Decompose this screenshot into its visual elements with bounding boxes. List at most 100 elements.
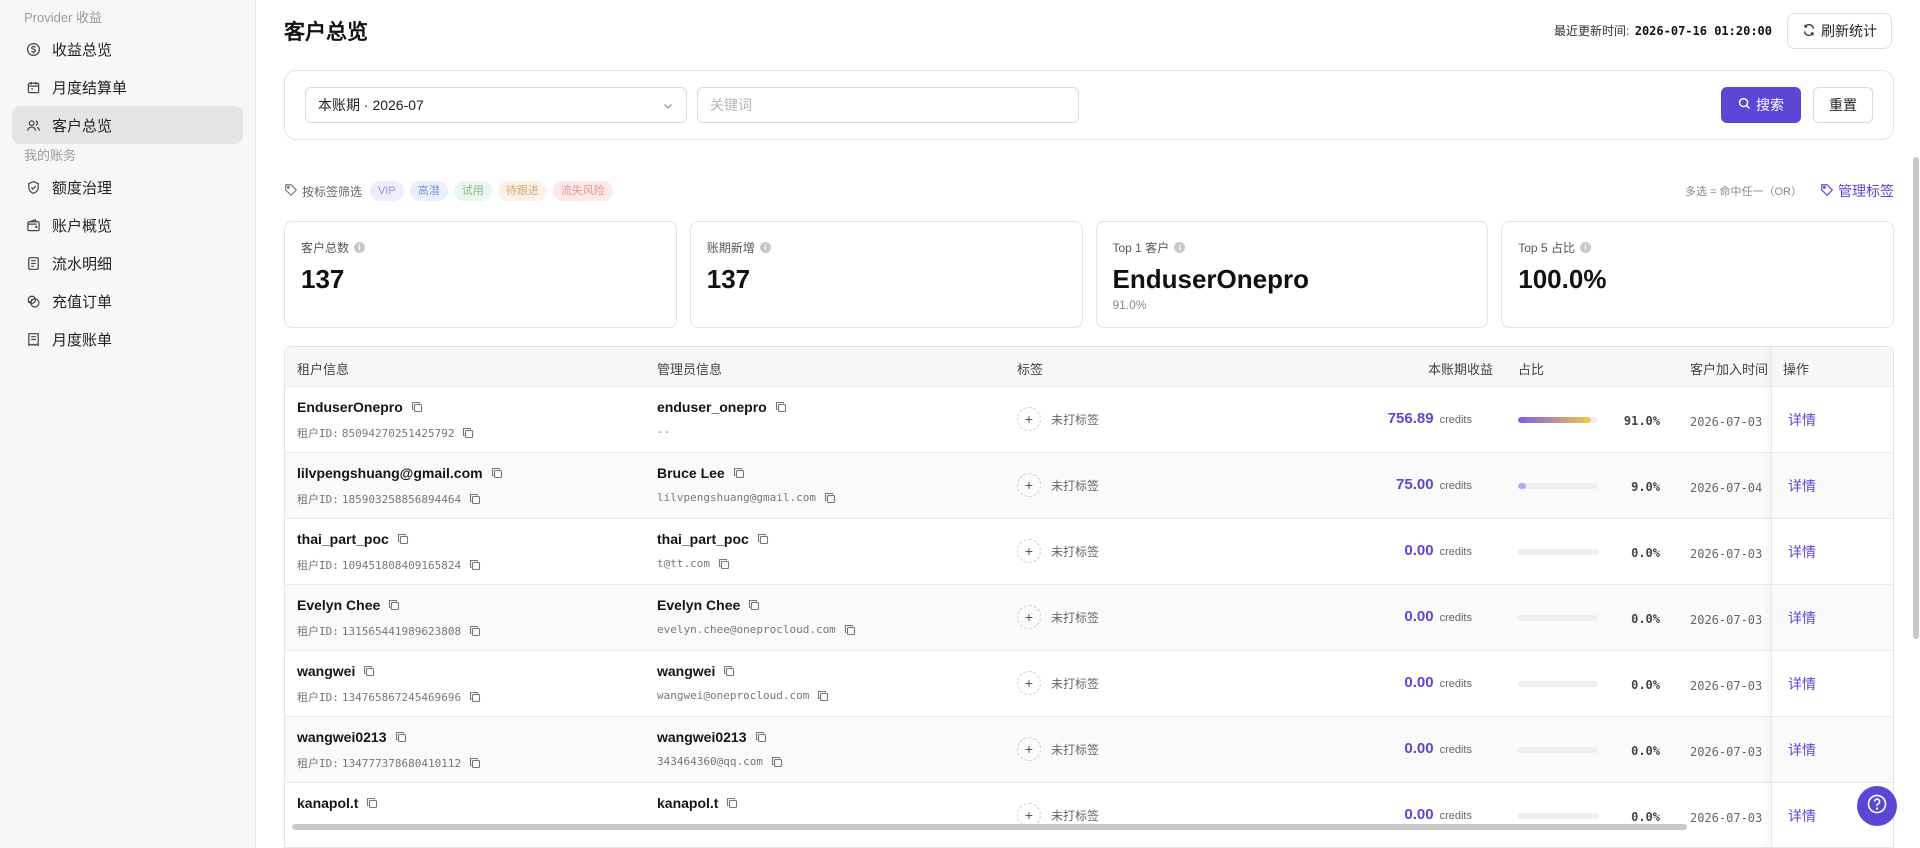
tag-filter-chip[interactable]: 待跟进 [497,181,547,201]
horizontal-scrollbar[interactable] [292,824,1687,830]
untagged-label: 未打标签 [1051,610,1100,625]
copy-icon[interactable] [411,401,423,413]
stat-card: 客户总数 i 137 [284,221,677,328]
sidebar-item[interactable]: 收益总览 [12,30,243,68]
refresh-stats-button[interactable]: 刷新统计 [1787,13,1892,49]
untagged-label: 未打标签 [1051,544,1100,559]
tag-filter-chip[interactable]: 试用 [453,181,492,201]
tenant-name: wangwei0213 [297,729,407,745]
sidebar-item[interactable]: 月度结算单 [12,68,243,106]
income-unit: credits [1439,546,1472,558]
manage-tags-label: 管理标签 [1838,183,1894,199]
copy-icon[interactable] [771,756,783,768]
help-button[interactable] [1857,786,1897,826]
wallet-icon [24,216,42,234]
col-admin: 管理员信息 [657,362,723,377]
copy-icon[interactable] [397,533,409,545]
copy-icon[interactable] [775,401,787,413]
copy-icon[interactable] [469,493,481,505]
manage-tags-link[interactable]: 管理标签 [1820,181,1894,201]
add-tag-button[interactable]: + [1017,605,1041,629]
sidebar-item[interactable]: 充值订单 [12,282,243,320]
admin-email-text: evelyn.chee@oneprocloud.com [657,623,836,636]
period-value: 本账期 · 2026-07 [318,97,424,113]
add-tag-button[interactable]: + [1017,473,1041,497]
period-select[interactable]: 本账期 · 2026-07 [305,87,687,123]
search-button[interactable]: 搜索 [1721,87,1801,123]
tag-cell: + 未打标签 [1017,407,1099,431]
copy-icon[interactable] [469,757,481,769]
tenant-name-text: EnduserOnepro [297,399,403,415]
sidebar-item[interactable]: 流水明细 [12,244,243,282]
copy-icon[interactable] [757,533,769,545]
tenant-name-text: Evelyn Chee [297,597,381,613]
tenant-name: EnduserOnepro [297,399,423,415]
copy-icon[interactable] [723,665,735,677]
table-row: EnduserOnepro 租户ID: 85094270251425792 endus… [285,387,1893,453]
copy-icon[interactable] [469,559,481,571]
copy-icon[interactable] [755,731,767,743]
share-bar [1518,615,1598,621]
tenant-id: 租户ID: 85094270251425792 [297,425,474,441]
copy-icon[interactable] [395,731,407,743]
receipt-icon [24,330,42,348]
sidebar-item[interactable]: 账户概览 [12,206,243,244]
share-percent: 0.0% [1631,678,1660,692]
tenant-name-text: lilvpengshuang@gmail.com [297,465,483,481]
copy-icon[interactable] [363,665,375,677]
last-updated-time: 2026-07-16 01:20:00 [1634,24,1772,38]
stat-card: 账期新增 i 137 [689,221,1083,328]
sidebar-item[interactable]: 客户总览 [12,106,243,144]
share-percent: 0.0% [1631,810,1660,824]
copy-icon[interactable] [726,797,738,809]
calendar-icon [24,78,42,96]
copy-icon[interactable] [733,467,745,479]
info-icon[interactable]: i [1174,242,1186,253]
add-tag-button[interactable]: + [1017,539,1041,563]
add-tag-button[interactable]: + [1017,671,1041,695]
untagged-label: 未打标签 [1051,742,1100,757]
untagged-label: 未打标签 [1051,478,1100,493]
tenant-id: 租户ID: 185903258856894464 [297,491,481,507]
table-row: lilvpengshuang@gmail.com 租户ID: 18590325885… [285,453,1893,519]
copy-icon[interactable] [366,797,378,809]
admin-name: Evelyn Chee [657,597,760,613]
income-cell: 75.00 credits [1272,476,1472,493]
admin-name: wangwei [657,663,735,679]
sidebar-item[interactable]: 额度治理 [12,168,243,206]
copy-icon[interactable] [817,690,829,702]
tag-filter-chip[interactable]: 流失风险 [552,181,613,201]
admin-email: lilvpengshuang@gmail.com [657,491,836,504]
copy-icon[interactable] [469,625,481,637]
joined-date: 2026-07-03 [1690,547,1763,561]
reset-button[interactable]: 重置 [1813,87,1873,123]
add-tag-button[interactable]: + [1017,407,1041,431]
tenant-id-value: 85094270251425792 [341,426,455,440]
tag-filter-chip[interactable]: 高潜 [409,181,448,201]
copy-icon[interactable] [462,427,474,439]
info-icon[interactable]: i [759,242,771,253]
copy-icon[interactable] [844,624,856,636]
stat-label-wrap: Top 5 占比 i [1518,239,1877,256]
last-updated-label: 最近更新时间: [1554,24,1630,38]
sidebar-item[interactable]: 月度账单 [12,320,243,358]
tag-filter-chip[interactable]: VIP [370,181,404,201]
copy-icon[interactable] [824,492,836,504]
income-cell: 0.00 credits [1272,542,1472,559]
info-icon[interactable]: i [354,242,366,253]
info-icon[interactable]: i [1579,242,1591,253]
copy-icon[interactable] [748,599,760,611]
keyword-input[interactable] [697,87,1079,123]
copy-icon[interactable] [491,467,503,479]
stat-label-wrap: 账期新增 i [707,239,1066,256]
joined-date: 2026-07-03 [1690,679,1763,693]
add-tag-button[interactable]: + [1017,737,1041,761]
refresh-icon [1802,23,1821,40]
copy-icon[interactable] [718,558,730,570]
copy-icon[interactable] [469,691,481,703]
copy-icon[interactable] [388,599,400,611]
admin-name: thai_part_poc [657,531,769,547]
income-value: 0.00 [1404,674,1434,691]
vertical-scrollbar[interactable] [1913,157,1919,639]
tenant-id-value: 131565441989623808 [341,624,462,638]
